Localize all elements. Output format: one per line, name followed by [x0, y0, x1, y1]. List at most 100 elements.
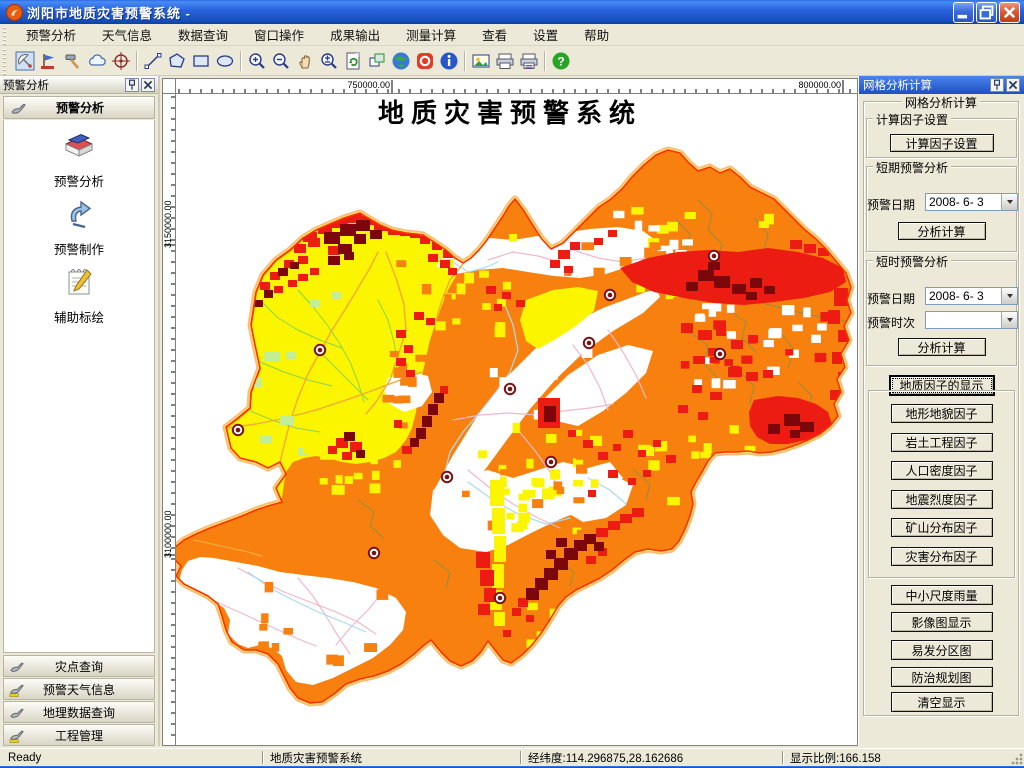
notepad-icon [68, 269, 92, 295]
pin-icon [129, 79, 135, 90]
menubar-grip[interactable] [0, 24, 9, 45]
status-section-1: 地质灾害预警系统 [270, 752, 362, 765]
print-color-button[interactable] [517, 49, 541, 73]
left-panel-item-0[interactable]: 预警分析 [4, 128, 154, 190]
menu-item-2[interactable]: 数据查询 [165, 22, 241, 47]
map-marker[interactable] [313, 343, 327, 357]
refresh-button[interactable] [341, 49, 365, 73]
pan-button[interactable] [293, 49, 317, 73]
menu-item-1[interactable]: 天气信息 [89, 22, 165, 47]
extra-button-2[interactable]: 易发分区图 [890, 640, 993, 660]
left-panel-section-3[interactable]: 工程管理 [3, 724, 155, 746]
right-panel: 网格分析计算 网格分析计算 计算因子设置 计算因子设置 短期预警分析 预警日期 … [858, 76, 1024, 746]
ruler-corner [162, 78, 176, 94]
right-panel-close-button[interactable] [1006, 78, 1020, 92]
map-marker[interactable] [603, 288, 617, 302]
map-marker[interactable] [582, 336, 596, 350]
menu-item-6[interactable]: 查看 [469, 22, 520, 47]
line-button[interactable] [141, 49, 165, 73]
left-panel-item-2[interactable]: 辅助标绘 [4, 264, 154, 326]
toolbar-separator [136, 50, 138, 71]
info-button[interactable] [437, 49, 461, 73]
factor-button-4[interactable]: 矿山分布因子 [890, 518, 993, 537]
immediate-time-combo[interactable] [925, 311, 1018, 329]
map-marker[interactable] [713, 347, 727, 361]
map-canvas[interactable]: 地质灾害预警系统 [176, 94, 858, 746]
zoom-in-button[interactable] [245, 49, 269, 73]
factor-button-5[interactable]: 灾害分布因子 [890, 546, 993, 566]
map-marker[interactable] [440, 470, 454, 484]
factor-settings-button[interactable]: 计算因子设置 [889, 134, 994, 152]
map-marker[interactable] [707, 249, 721, 263]
toolbar-grip[interactable] [0, 46, 9, 75]
map-marker[interactable] [544, 455, 558, 469]
target-button[interactable] [109, 49, 133, 73]
chevron-down-icon[interactable] [1001, 312, 1017, 328]
short-term-date-combo[interactable]: 2008- 6- 3 [925, 193, 1018, 211]
restore-button[interactable] [976, 1, 997, 23]
map-svg[interactable]: 地质灾害预警系统 [176, 94, 856, 744]
map-marker[interactable] [503, 382, 517, 396]
left-panel-pin-button[interactable] [125, 77, 139, 92]
cloud-button[interactable] [85, 49, 109, 73]
left-panel-section-2[interactable]: 地理数据查询 [3, 701, 155, 723]
status-separator [262, 751, 264, 764]
status-section-3: 显示比例:166.158 [790, 752, 881, 765]
close-button[interactable] [999, 1, 1020, 23]
left-panel-item-1[interactable]: 预警制作 [4, 196, 154, 258]
toolbar-separator [544, 50, 546, 71]
left-panel-body: 预警分析 预警制作 辅助标绘 [3, 120, 155, 653]
menu-item-3[interactable]: 窗口操作 [241, 22, 317, 47]
menu-item-7[interactable]: 设置 [520, 22, 571, 47]
menu-item-0[interactable]: 预警分析 [13, 22, 89, 47]
ellipse-button[interactable] [213, 49, 237, 73]
left-panel-header[interactable]: 预警分析 [3, 96, 155, 119]
factor-button-1[interactable]: 岩土工程因子 [890, 432, 993, 452]
refresh-icon [346, 52, 360, 69]
help-button[interactable]: ? [549, 49, 573, 73]
menu-item-4[interactable]: 成果输出 [317, 22, 393, 47]
image-button[interactable] [469, 49, 493, 73]
map-marker[interactable] [231, 423, 245, 437]
print-button[interactable] [493, 49, 517, 73]
rectangle-button[interactable] [189, 49, 213, 73]
extra-button-3[interactable]: 防治规划图 [890, 667, 993, 687]
menu-item-5[interactable]: 测量计算 [393, 22, 469, 47]
map-marker[interactable] [493, 591, 507, 605]
minimize-button[interactable] [953, 1, 974, 23]
chevron-down-icon[interactable] [1001, 288, 1017, 304]
layers-button[interactable] [365, 49, 389, 73]
zoom-out-icon [273, 52, 289, 69]
chevron-down-icon[interactable] [1001, 194, 1017, 210]
horizontal-ruler: 750000.00 800000.00 [176, 78, 858, 94]
toolbar-separator [240, 50, 242, 71]
menu-item-8[interactable]: 帮助 [571, 22, 622, 47]
stop-button[interactable] [413, 49, 437, 73]
title-bar: 浏阳市地质灾害预警系统 - [0, 0, 1024, 24]
zoom-out-button[interactable] [269, 49, 293, 73]
left-panel-section-0[interactable]: 灾点查询 [3, 655, 155, 677]
globe-button[interactable] [389, 49, 413, 73]
right-panel-pin-button[interactable] [990, 78, 1004, 92]
short-term-group-label: 短期预警分析 [873, 159, 952, 176]
polygon-button[interactable] [165, 49, 189, 73]
extra-button-0[interactable]: 中小尺度雨量 [890, 585, 993, 605]
factor-button-2[interactable]: 人口密度因子 [890, 461, 993, 480]
satellite-button[interactable] [13, 49, 37, 73]
left-panel-close-button[interactable] [141, 77, 155, 92]
map-area: 750000.00 800000.00 3150000.00 3100000.00 … [160, 76, 858, 746]
left-panel-section-1[interactable]: 预警天气信息 [3, 678, 155, 700]
zoom-extent-button[interactable] [317, 49, 341, 73]
map-marker[interactable] [367, 546, 381, 560]
svg-text:3100000.00: 3100000.00 [163, 510, 173, 558]
flag-button[interactable] [37, 49, 61, 73]
hammer-button[interactable] [61, 49, 85, 73]
immediate-date-combo[interactable]: 2008- 6- 3 [925, 287, 1018, 305]
extra-button-4[interactable]: 清空显示 [890, 692, 993, 712]
factor-button-3[interactable]: 地震烈度因子 [890, 489, 993, 509]
short-term-analyze-button[interactable]: 分析计算 [897, 222, 986, 240]
extra-button-1[interactable]: 影像图显示 [890, 612, 993, 632]
immediate-analyze-button[interactable]: 分析计算 [897, 338, 986, 356]
short-term-date-label: 预警日期 [867, 198, 916, 212]
factor-button-0[interactable]: 地形地貌因子 [890, 404, 993, 423]
